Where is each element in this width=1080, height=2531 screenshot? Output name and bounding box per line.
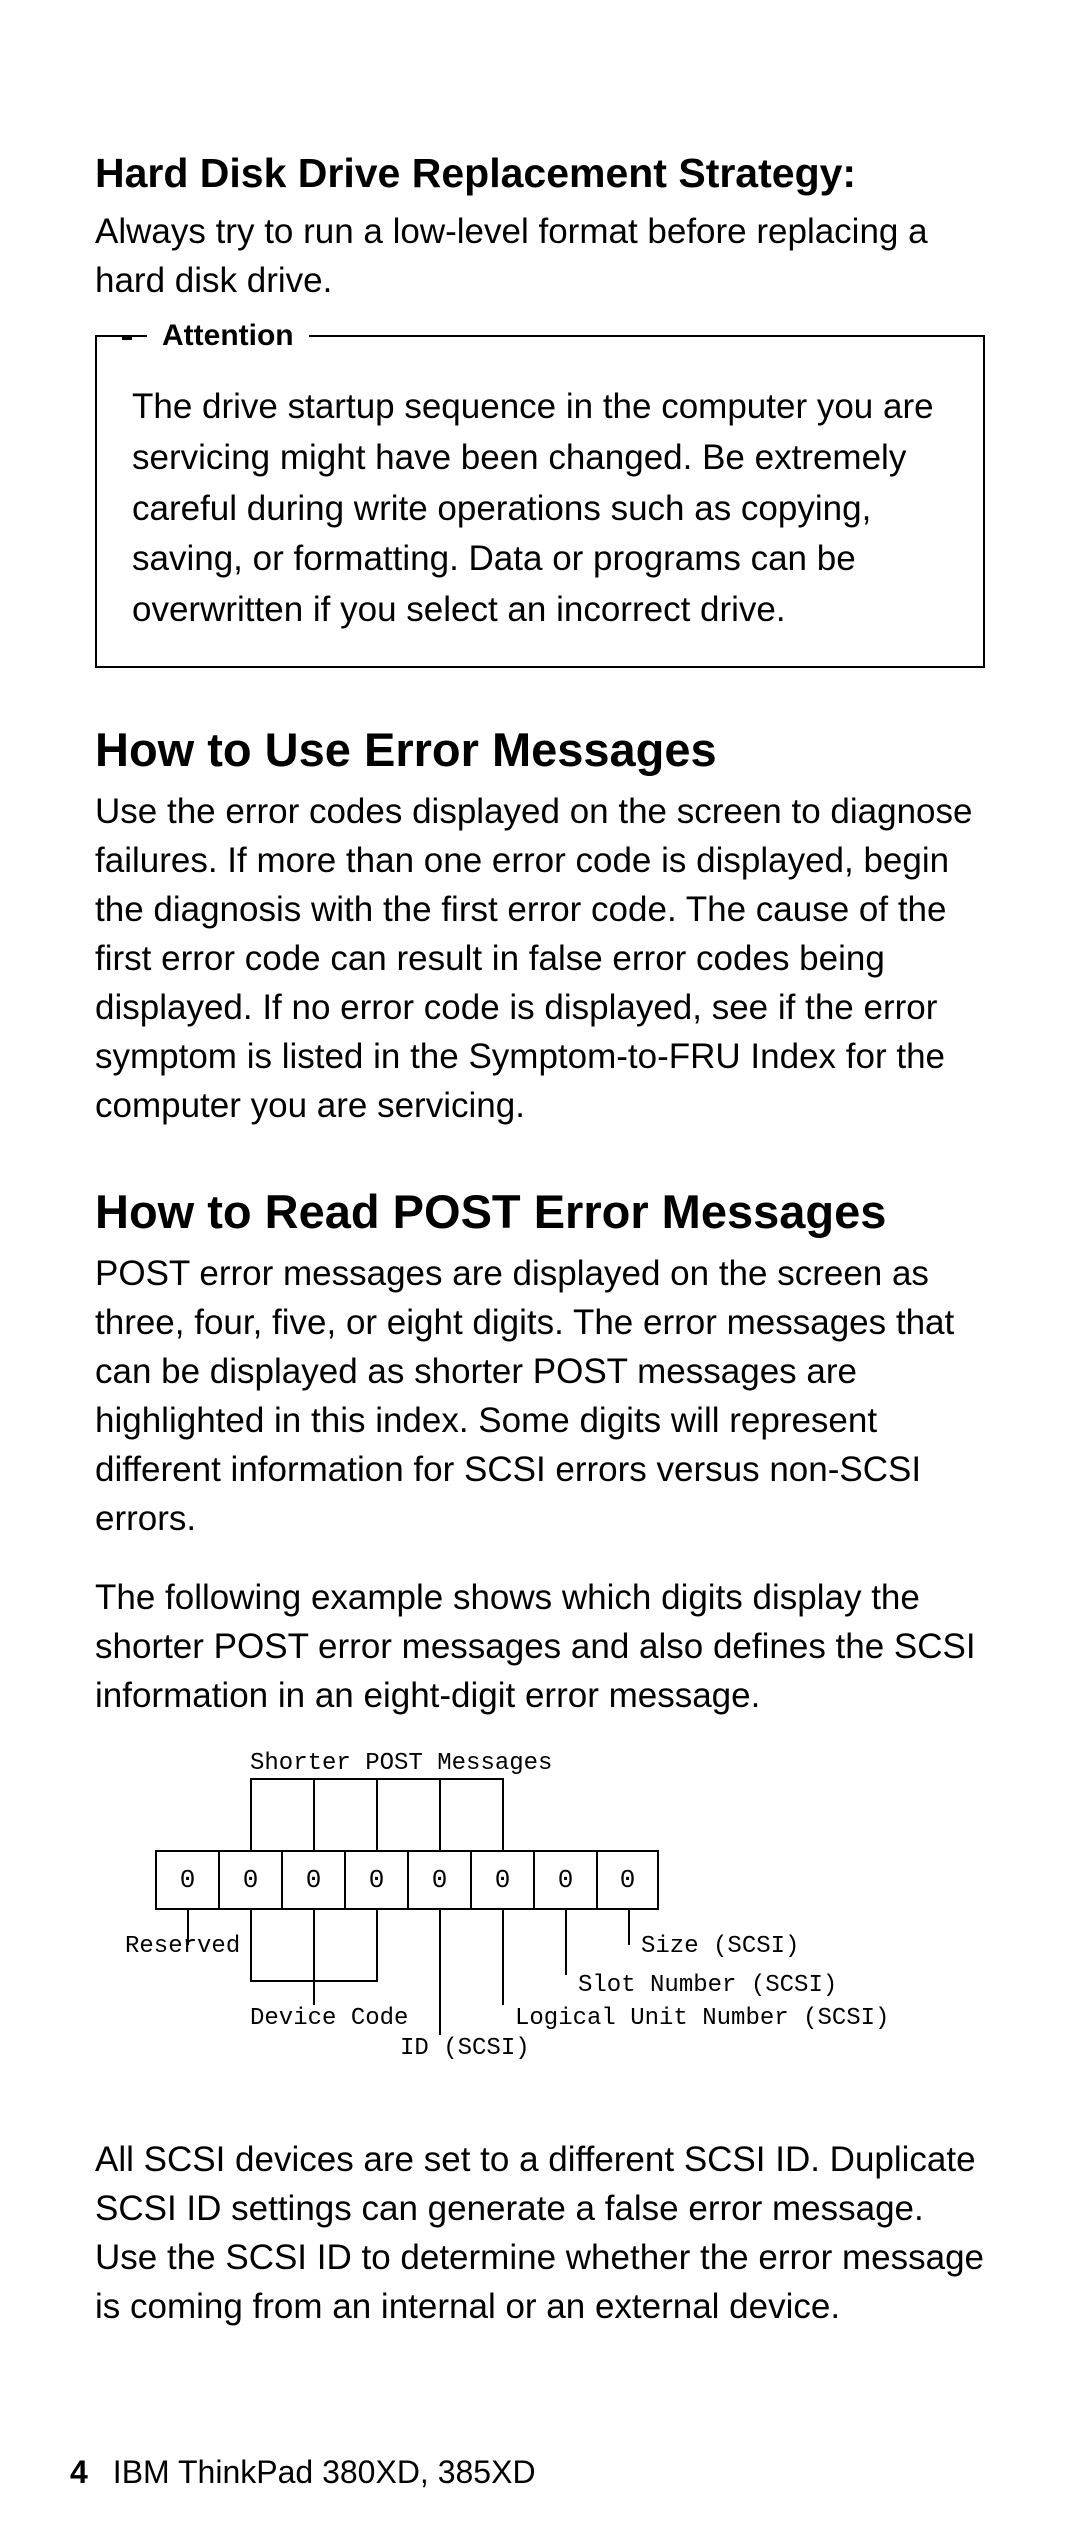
paragraph-read-post-1: POST error messages are displayed on the… (95, 1249, 985, 1543)
post-error-diagram: Shorter POST Messages 0 0 0 0 0 0 0 0 (125, 1750, 985, 2100)
diagram-top-label: Shorter POST Messages (250, 1750, 552, 1777)
digit-cell: 0 (407, 1850, 470, 1910)
label-lun: Logical Unit Number (SCSI) (515, 2005, 889, 2032)
paragraph-read-post-2: The following example shows which digits… (95, 1573, 985, 1720)
digit-cell: 0 (470, 1850, 533, 1910)
label-size: Size (SCSI) (641, 1933, 799, 1960)
heading-use-error: How to Use Error Messages (95, 723, 985, 777)
digit-cell: 0 (218, 1850, 281, 1910)
paragraph-hdd: Always try to run a low-level format bef… (95, 207, 985, 305)
paragraph-use-error: Use the error codes displayed on the scr… (95, 787, 985, 1130)
heading-read-post: How to Read POST Error Messages (95, 1185, 985, 1239)
digit-cell: 0 (533, 1850, 596, 1910)
page: Hard Disk Drive Replacement Strategy: Al… (0, 0, 1080, 2531)
paragraph-read-post-3: All SCSI devices are set to a different … (95, 2135, 985, 2331)
attention-legend: Attention (147, 319, 309, 353)
label-id-scsi: ID (SCSI) (400, 2035, 530, 2062)
digit-cell: 0 (596, 1850, 659, 1910)
heading-hdd-strategy: Hard Disk Drive Replacement Strategy: (95, 150, 985, 197)
digit-row: 0 0 0 0 0 0 0 0 (155, 1850, 659, 1910)
page-number: 4 (70, 2454, 88, 2490)
label-reserved: Reserved (125, 1933, 240, 1960)
label-device-code: Device Code (250, 2005, 408, 2032)
attention-body: The drive startup sequence in the comput… (132, 382, 948, 636)
attention-box: Attention The drive startup sequence in … (95, 335, 985, 668)
book-title: IBM ThinkPad 380XD, 385XD (113, 2454, 536, 2490)
digit-cell: 0 (344, 1850, 407, 1910)
footer: 4 IBM ThinkPad 380XD, 385XD (70, 2454, 536, 2491)
digit-cell: 0 (281, 1850, 344, 1910)
digit-cell: 0 (155, 1850, 218, 1910)
label-slot: Slot Number (SCSI) (578, 1972, 837, 1999)
